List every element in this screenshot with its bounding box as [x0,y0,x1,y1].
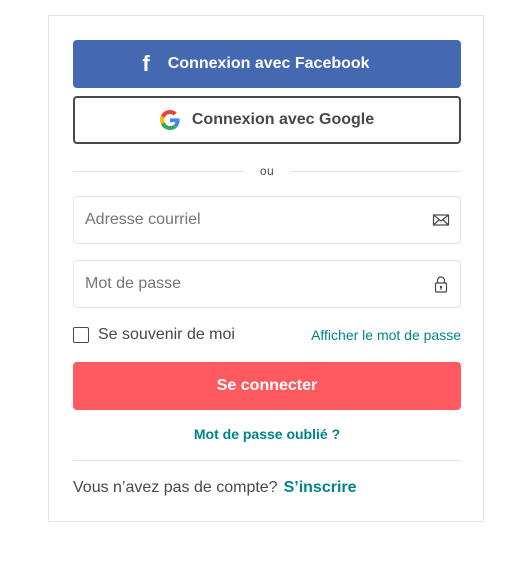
google-login-label: Connexion avec Google [191,111,375,128]
show-password-link[interactable]: Afficher le mot de passe [311,327,461,343]
divider-text: ou [259,164,275,178]
facebook-login-label: Connexion avec Facebook [167,55,370,72]
or-divider: ou [73,162,462,180]
password-field-container [73,260,461,308]
envelope-icon [432,214,450,226]
forgot-password-link[interactable]: Mot de passe oublié ? [73,426,461,442]
facebook-icon: f [142,51,150,76]
remember-me[interactable]: Se souvenir de moi [73,326,235,344]
divider-line-right [290,170,462,172]
separator [73,460,461,461]
signup-row: Vous n’avez pas de compte? S’inscrire [73,479,461,497]
login-button[interactable]: Se connecter [73,362,461,410]
password-input[interactable] [74,261,415,307]
form-options-row: Se souvenir de moi Afficher le mot de pa… [73,325,461,345]
signup-link[interactable]: S’inscrire [284,479,357,496]
email-field-container [73,196,461,244]
lock-icon [434,276,448,293]
login-card: f Connexion avec Facebook Connexion avec… [48,15,484,522]
facebook-login-button[interactable]: f Connexion avec Facebook [73,40,461,88]
divider-line-left [73,170,244,172]
signup-prompt: Vous n’avez pas de compte? [73,479,278,496]
google-login-button[interactable]: Connexion avec Google [73,96,461,144]
remember-me-label: Se souvenir de moi [98,326,235,343]
google-icon [159,110,180,130]
email-input[interactable] [74,197,415,243]
remember-me-checkbox[interactable] [73,327,89,343]
